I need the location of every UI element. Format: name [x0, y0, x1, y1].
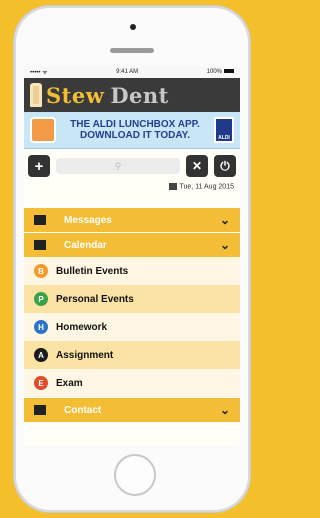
camera-icon [130, 24, 136, 30]
logo-icon [30, 83, 42, 107]
home-button[interactable] [114, 454, 156, 496]
menu-calendar-label: Calendar [64, 239, 107, 251]
brand-name-part1: Stew [46, 82, 105, 108]
badge-p-icon: P [34, 292, 48, 306]
badge-b-icon: B [34, 264, 48, 278]
ad-line1: THE ALDI LUNCHBOX APP. [70, 119, 200, 130]
calendar-item-label: Personal Events [56, 293, 134, 305]
calendar-small-icon [168, 183, 177, 190]
toolbar: + ⚲ ✕ ⏻ [24, 149, 240, 183]
aldi-logo: ALDI [214, 117, 234, 143]
badge-a-icon: A [34, 348, 48, 362]
calendar-icon [34, 240, 46, 250]
ad-banner[interactable]: THE ALDI LUNCHBOX APP. DOWNLOAD IT TODAY… [24, 112, 240, 149]
menu-calendar[interactable]: Calendar ⌄ [24, 232, 240, 257]
power-icon: ⏻ [220, 158, 230, 173]
calendar-item-label: Homework [56, 321, 108, 333]
speaker-icon [110, 48, 154, 53]
tools-button[interactable]: ✕ [186, 155, 208, 177]
status-bar: ••••• ᯤ 9:41 AM 100% [24, 66, 240, 78]
date-row: Tue, 11 Aug 2015 [24, 183, 240, 195]
ad-text: THE ALDI LUNCHBOX APP. DOWNLOAD IT TODAY… [56, 119, 214, 141]
badge-h-icon: H [34, 320, 48, 334]
chevron-down-icon: ⌄ [219, 238, 230, 252]
calendar-item-assignment[interactable]: A Assignment [24, 341, 240, 369]
search-icon: ⚲ [114, 160, 122, 171]
signal-icon: ••••• ᯤ [30, 70, 48, 76]
app-header: Stew Dent [24, 78, 240, 112]
calendar-item-label: Bulletin Events [56, 265, 129, 277]
current-date: Tue, 11 Aug 2015 [179, 183, 235, 191]
calendar-item-label: Exam [56, 377, 83, 389]
battery-text: 100% [206, 69, 222, 75]
tools-icon: ✕ [191, 159, 203, 173]
menu-contact-label: Contact [64, 404, 102, 416]
add-button[interactable]: + [28, 155, 50, 177]
lunchbox-image-icon [30, 117, 56, 143]
battery-icon [224, 69, 234, 74]
menu-contact[interactable]: Contact ⌄ [24, 397, 240, 422]
calendar-item-bulletin-events[interactable]: B Bulletin Events [24, 257, 240, 285]
calendar-item-exam[interactable]: E Exam [24, 369, 240, 397]
menu-messages[interactable]: Messages ⌄ [24, 207, 240, 232]
app-screen: ••••• ᯤ 9:41 AM 100% Stew Dent THE ALDI … [24, 66, 240, 446]
menu-messages-label: Messages [64, 214, 112, 226]
main-menu: Messages ⌄ Calendar ⌄ B Bulletin Events … [24, 207, 240, 422]
search-input[interactable]: ⚲ [56, 158, 180, 174]
battery-indicator: 100% [207, 69, 234, 75]
chevron-down-icon: ⌄ [219, 403, 230, 417]
calendar-item-homework[interactable]: H Homework [24, 313, 240, 341]
ad-line2: DOWNLOAD IT TODAY. [79, 130, 190, 141]
plus-icon: + [34, 157, 44, 175]
envelope-icon [34, 215, 46, 225]
calendar-item-label: Assignment [56, 349, 114, 361]
chevron-down-icon: ⌄ [219, 213, 230, 227]
status-time: 9:41 AM [116, 69, 139, 75]
power-button[interactable]: ⏻ [214, 155, 236, 177]
badge-e-icon: E [34, 376, 48, 390]
brand-name-part2: Dent [110, 82, 169, 108]
calendar-item-personal-events[interactable]: P Personal Events [24, 285, 240, 313]
phone-frame: ••••• ᯤ 9:41 AM 100% Stew Dent THE ALDI … [14, 6, 250, 512]
chat-bubble-icon [34, 405, 46, 415]
